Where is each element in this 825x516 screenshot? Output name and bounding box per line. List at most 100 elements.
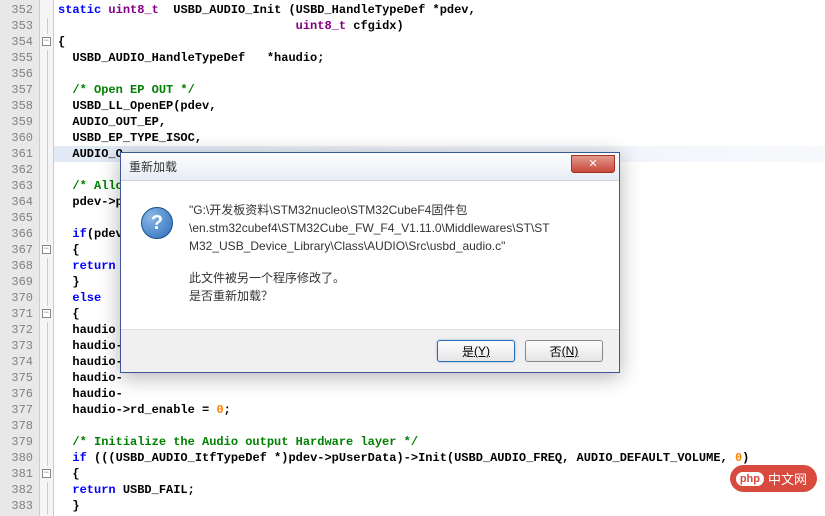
line-number: 377 (0, 402, 33, 418)
line-number: 369 (0, 274, 33, 290)
fold-marker (40, 354, 53, 370)
line-number: 381 (0, 466, 33, 482)
line-number: 379 (0, 434, 33, 450)
line-number: 364 (0, 194, 33, 210)
code-line[interactable]: { (58, 34, 825, 50)
fold-marker (40, 290, 53, 306)
line-number: 353 (0, 18, 33, 34)
line-number: 357 (0, 82, 33, 98)
code-line[interactable]: USBD_LL_OpenEP(pdev, (58, 98, 825, 114)
logo-text: 中文网 (768, 469, 807, 488)
line-number: 373 (0, 338, 33, 354)
dialog-msg-line: 此文件被另一个程序修改了。 (189, 269, 550, 287)
fold-gutter[interactable]: − − − − (40, 0, 54, 516)
fold-marker (40, 338, 53, 354)
line-number: 358 (0, 98, 33, 114)
fold-marker (40, 130, 53, 146)
fold-marker (40, 370, 53, 386)
line-number: 362 (0, 162, 33, 178)
fold-marker (40, 98, 53, 114)
code-line[interactable]: USBD_EP_TYPE_ISOC, (58, 130, 825, 146)
line-number: 372 (0, 322, 33, 338)
fold-marker (40, 18, 53, 34)
dialog-path-line: M32_USB_Device_Library\Class\AUDIO\Src\u… (189, 237, 550, 255)
code-line[interactable]: AUDIO_OUT_EP, (58, 114, 825, 130)
fold-marker (40, 50, 53, 66)
fold-marker (40, 66, 53, 82)
fold-marker (40, 498, 53, 514)
code-line[interactable]: static uint8_t USBD_AUDIO_Init (USBD_Han… (58, 2, 825, 18)
no-button[interactable]: 否(N) (525, 340, 603, 362)
fold-marker (40, 482, 53, 498)
code-line[interactable]: USBD_AUDIO_HandleTypeDef *haudio; (58, 50, 825, 66)
line-number: 354 (0, 34, 33, 50)
code-line[interactable]: if (((USBD_AUDIO_ItfTypeDef *)pdev->pUse… (58, 450, 825, 466)
code-line[interactable]: /* Open EP OUT */ (58, 82, 825, 98)
reload-dialog: 重新加载 ✕ ? "G:\开发板资料\STM32nucleo\STM32Cube… (120, 152, 620, 373)
close-button[interactable]: ✕ (571, 155, 615, 173)
line-number: 360 (0, 130, 33, 146)
code-line[interactable]: /* Initialize the Audio output Hardware … (58, 434, 825, 450)
line-number: 382 (0, 482, 33, 498)
code-line[interactable]: } (58, 498, 825, 514)
code-line[interactable]: { (58, 466, 825, 482)
line-number: 376 (0, 386, 33, 402)
fold-marker (40, 210, 53, 226)
fold-marker (40, 162, 53, 178)
fold-marker (40, 2, 53, 18)
dialog-titlebar[interactable]: 重新加载 ✕ (121, 153, 619, 181)
code-line[interactable]: haudio- (58, 386, 825, 402)
fold-marker (40, 146, 53, 162)
question-icon: ? (141, 207, 173, 239)
fold-marker[interactable]: − (40, 466, 53, 482)
dialog-button-row: 是(Y) 否(N) (121, 329, 619, 372)
close-icon: ✕ (588, 157, 597, 170)
fold-marker[interactable]: − (40, 242, 53, 258)
dialog-msg-line: 是否重新加载？ (189, 287, 550, 305)
fold-marker (40, 322, 53, 338)
code-line[interactable]: return USBD_FAIL; (58, 482, 825, 498)
line-number: 361 (0, 146, 33, 162)
line-number: 378 (0, 418, 33, 434)
yes-button[interactable]: 是(Y) (437, 340, 515, 362)
fold-marker[interactable]: − (40, 306, 53, 322)
fold-marker (40, 114, 53, 130)
line-number: 366 (0, 226, 33, 242)
line-number: 371 (0, 306, 33, 322)
line-number: 363 (0, 178, 33, 194)
line-number-gutter: 3523533543553563573583593603613623633643… (0, 0, 40, 516)
fold-marker (40, 386, 53, 402)
line-number: 367 (0, 242, 33, 258)
fold-marker (40, 194, 53, 210)
line-number: 368 (0, 258, 33, 274)
dialog-message: "G:\开发板资料\STM32nucleo\STM32CubeF4固件包 \en… (189, 201, 550, 305)
fold-marker (40, 178, 53, 194)
logo-php: php (736, 472, 764, 486)
fold-marker (40, 258, 53, 274)
dialog-body: ? "G:\开发板资料\STM32nucleo\STM32CubeF4固件包 \… (121, 181, 619, 329)
line-number: 356 (0, 66, 33, 82)
line-number: 355 (0, 50, 33, 66)
code-line[interactable] (58, 66, 825, 82)
line-number: 365 (0, 210, 33, 226)
fold-marker[interactable]: − (40, 34, 53, 50)
line-number: 374 (0, 354, 33, 370)
line-number: 375 (0, 370, 33, 386)
code-line[interactable]: haudio->rd_enable = 0; (58, 402, 825, 418)
fold-marker (40, 434, 53, 450)
dialog-path-line: \en.stm32cubef4\STM32Cube_FW_F4_V1.11.0\… (189, 219, 550, 237)
fold-marker (40, 82, 53, 98)
dialog-path-line: "G:\开发板资料\STM32nucleo\STM32CubeF4固件包 (189, 201, 550, 219)
line-number: 380 (0, 450, 33, 466)
code-line[interactable]: uint8_t cfgidx) (58, 18, 825, 34)
code-line[interactable] (58, 418, 825, 434)
fold-marker (40, 402, 53, 418)
line-number: 383 (0, 498, 33, 514)
line-number: 359 (0, 114, 33, 130)
line-number: 370 (0, 290, 33, 306)
fold-marker (40, 226, 53, 242)
fold-marker (40, 418, 53, 434)
fold-marker (40, 274, 53, 290)
fold-marker (40, 450, 53, 466)
watermark-logo: php 中文网 (730, 465, 817, 492)
